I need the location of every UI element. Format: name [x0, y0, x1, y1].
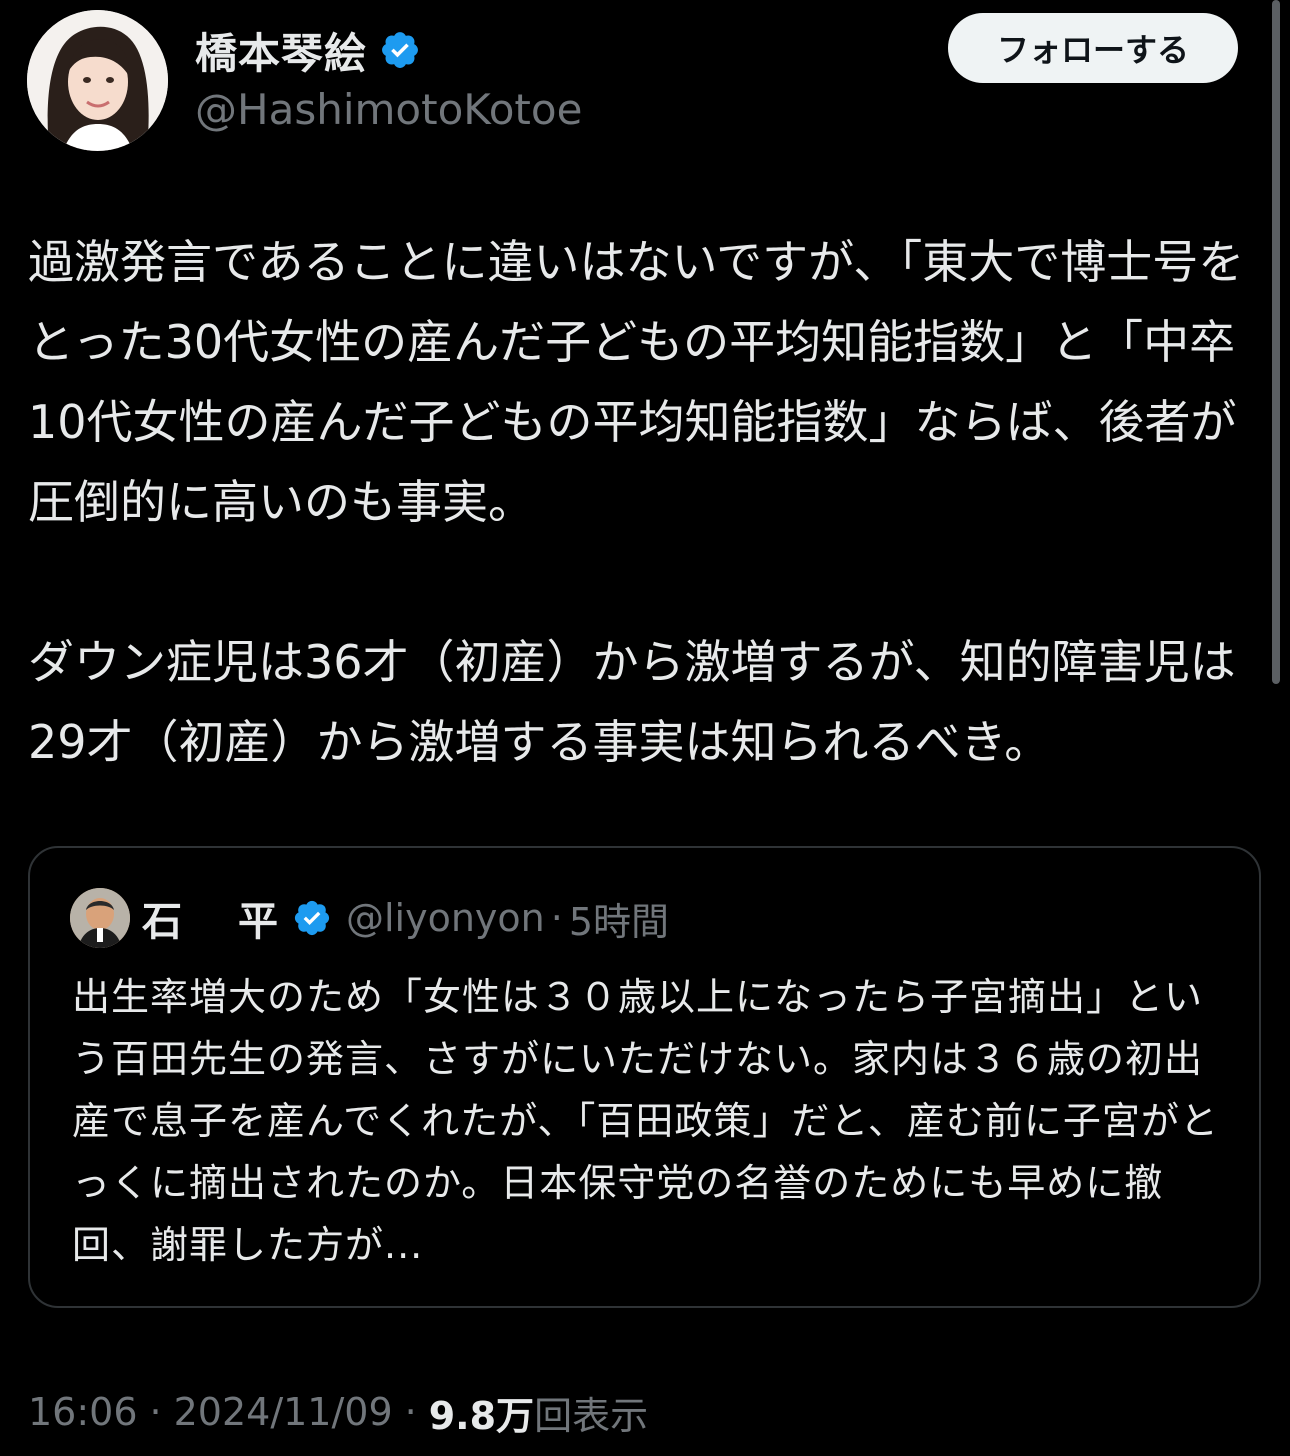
- tweet-paragraph: 過激発言であることに違いはないですが、「東大で博士号をとった30代女性の産んだ子…: [28, 235, 1245, 529]
- quoted-tweet-header: 石 平 @liyonyon · 5時間: [70, 886, 669, 950]
- separator-dot: ·: [550, 896, 563, 940]
- tweet-text: 過激発言であることに違いはないですが、「東大で博士号をとった30代女性の産んだ子…: [28, 222, 1260, 782]
- profile-photo-icon: [27, 10, 168, 151]
- author-name-row: 橋本琴絵: [195, 22, 421, 78]
- quoted-author-avatar[interactable]: [70, 888, 130, 948]
- tweet-date[interactable]: 2024/11/09: [174, 1390, 393, 1434]
- quoted-tweet-paragraph: 出生率増大のため「女性は３０歳以上になったら子宮摘出」という百田先生の発言、さす…: [72, 975, 1219, 1267]
- tweet-time[interactable]: 16:06: [28, 1390, 138, 1434]
- tweet-metadata: 16:06 · 2024/11/09 · 9.8万 回表示: [28, 1384, 648, 1440]
- quoted-author-handle[interactable]: @liyonyon: [346, 896, 545, 940]
- scrollbar[interactable]: [1272, 0, 1280, 684]
- tweet-paragraph: ダウン症児は36才（初産）から激増するが、知的障害児は29才（初産）から激増する…: [28, 635, 1236, 769]
- quoted-tweet-card[interactable]: 石 平 @liyonyon · 5時間 出生率増大のため「女性は３０歳以上になっ…: [28, 846, 1261, 1308]
- quoted-tweet-time[interactable]: 5時間: [569, 891, 669, 946]
- verified-badge-icon: [382, 32, 418, 68]
- views-label: 回表示: [534, 1393, 649, 1438]
- profile-photo-icon: [70, 888, 130, 948]
- separator-dot: ·: [404, 1390, 417, 1434]
- follow-button[interactable]: フォローする: [948, 13, 1238, 83]
- views-count: 9.8万: [428, 1393, 535, 1438]
- quoted-author-name[interactable]: 石 平: [142, 889, 286, 947]
- author-avatar[interactable]: [27, 10, 168, 151]
- separator-dot: ·: [149, 1390, 162, 1434]
- author-display-name[interactable]: 橋本琴絵: [195, 20, 367, 81]
- author-handle[interactable]: @HashimotoKotoe: [195, 84, 582, 136]
- quoted-tweet-text: 出生率増大のため「女性は３０歳以上になったら子宮摘出」という百田先生の発言、さす…: [72, 966, 1232, 1276]
- verified-badge-icon: [294, 900, 330, 936]
